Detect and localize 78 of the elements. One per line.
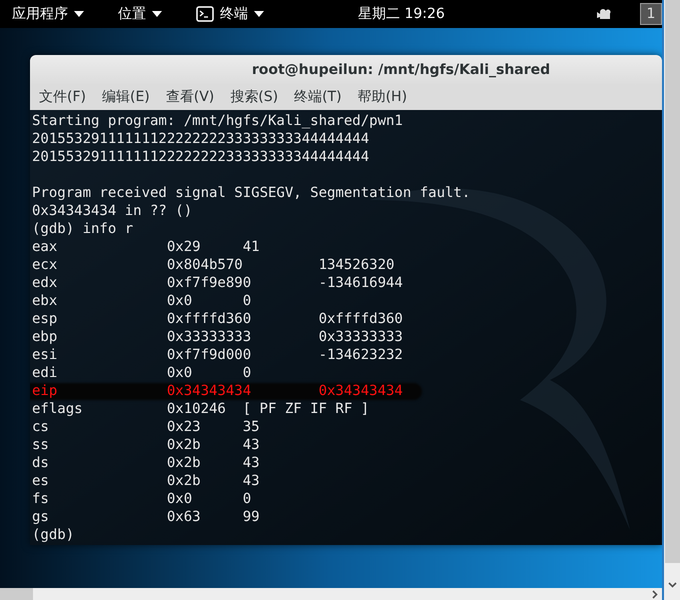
register-value: -134623232 [318, 346, 403, 364]
register-value: 0xffffd360 [318, 310, 403, 328]
terminal-line: (gdb) info r [32, 221, 134, 237]
chevron-right-icon[interactable] [652, 590, 658, 598]
register-value: 0 [242, 364, 252, 382]
register-hex: 0x23 [166, 418, 202, 436]
chevron-down-icon[interactable] [668, 582, 676, 588]
terminal-line: 2015532911111112222222233333333344444444 [32, 149, 370, 165]
menu-item[interactable]: 编辑(E) [102, 87, 150, 108]
register-hex: 0x0 [166, 292, 194, 310]
register-hex: 0xf7f9e890 [166, 274, 252, 292]
top-bar-menu[interactable]: 位置 [118, 4, 162, 24]
register-name: eflags [32, 400, 84, 418]
register-name: ss [32, 436, 50, 454]
caret-icon [74, 11, 84, 17]
register-hex: 0x33333333 [166, 328, 252, 346]
register-hex: 0x29 [166, 238, 202, 256]
register-value: 0 [242, 292, 252, 310]
window-title: root@hupeilun: /mnt/hgfs/Kali_shared [252, 60, 550, 80]
scrollbar-thumb[interactable] [0, 588, 33, 600]
register-name: es [32, 472, 50, 490]
register-value: 0x33333333 [318, 328, 403, 346]
terminal-line: 2015532911111112222222233333333344444444 [32, 131, 370, 147]
register-value: 43 [242, 454, 260, 472]
register-value: 35 [242, 418, 260, 436]
register-name: ds [32, 454, 50, 472]
register-hex: 0x0 [166, 490, 194, 508]
register-value: 0x34343434 [318, 382, 403, 400]
register-name: esi [32, 346, 58, 364]
caret-icon [254, 11, 264, 17]
register-hex: 0x0 [166, 364, 194, 382]
menu-item[interactable]: 搜索(S) [230, 87, 278, 108]
register-name: ecx [32, 256, 58, 274]
register-hex: 0x2b [166, 472, 202, 490]
terminal-icon [196, 6, 214, 22]
clock[interactable]: 星期二 19:26 [358, 4, 445, 24]
caret-icon [152, 11, 162, 17]
register-hex: 0x63 [166, 508, 202, 526]
register-hex: 0x2b [166, 436, 202, 454]
register-name: eip [32, 382, 58, 400]
register-value: 134526320 [318, 256, 394, 274]
terminal-line: (gdb) [32, 527, 74, 543]
horizontal-scrollbar[interactable] [0, 588, 662, 600]
register-hex: 0x2b [166, 454, 202, 472]
register-name: edi [32, 364, 58, 382]
register-value: [ PF ZF IF RF ] [242, 400, 370, 418]
scrollbar-thumb[interactable] [664, 0, 680, 563]
terminal-line: 0x34343434 in ?? () [32, 203, 192, 219]
register-value: 0 [242, 490, 252, 508]
register-value: 99 [242, 508, 260, 526]
top-bar-menu[interactable]: 终端 [196, 4, 264, 24]
register-name: esp [32, 310, 58, 328]
register-value: 43 [242, 436, 260, 454]
menu-item[interactable]: 终端(T) [294, 87, 342, 108]
terminal-line: Starting program: /mnt/hgfs/Kali_shared/pwn1 [32, 113, 403, 129]
terminal-line: Program received signal SIGSEGV, Segmentation fault. [32, 185, 470, 201]
register-name: ebp [32, 328, 58, 346]
register-name: gs [32, 508, 50, 526]
register-name: fs [32, 490, 50, 508]
top-bar-menu[interactable]: 应用程序 [12, 4, 84, 24]
register-hex: 0xffffd360 [166, 310, 252, 328]
menu-item[interactable]: 查看(V) [166, 87, 214, 108]
register-name: edx [32, 274, 58, 292]
register-value: 41 [242, 238, 260, 256]
register-hex: 0xf7f9d000 [166, 346, 252, 364]
menu-item[interactable]: 文件(F) [39, 87, 86, 108]
workspace-indicator[interactable]: 1 [640, 3, 662, 25]
register-hex: 0x34343434 [166, 382, 252, 400]
register-name: ebx [32, 292, 58, 310]
register-value: -134616944 [318, 274, 403, 292]
vertical-scrollbar[interactable] [662, 0, 680, 600]
register-name: eax [32, 238, 58, 256]
camera-icon[interactable] [597, 9, 613, 19]
register-name: cs [32, 418, 50, 436]
menu-item[interactable]: 帮助(H) [358, 87, 408, 108]
register-hex: 0x804b570 [166, 256, 244, 274]
register-value: 43 [242, 472, 260, 490]
register-hex: 0x10246 [166, 400, 227, 418]
